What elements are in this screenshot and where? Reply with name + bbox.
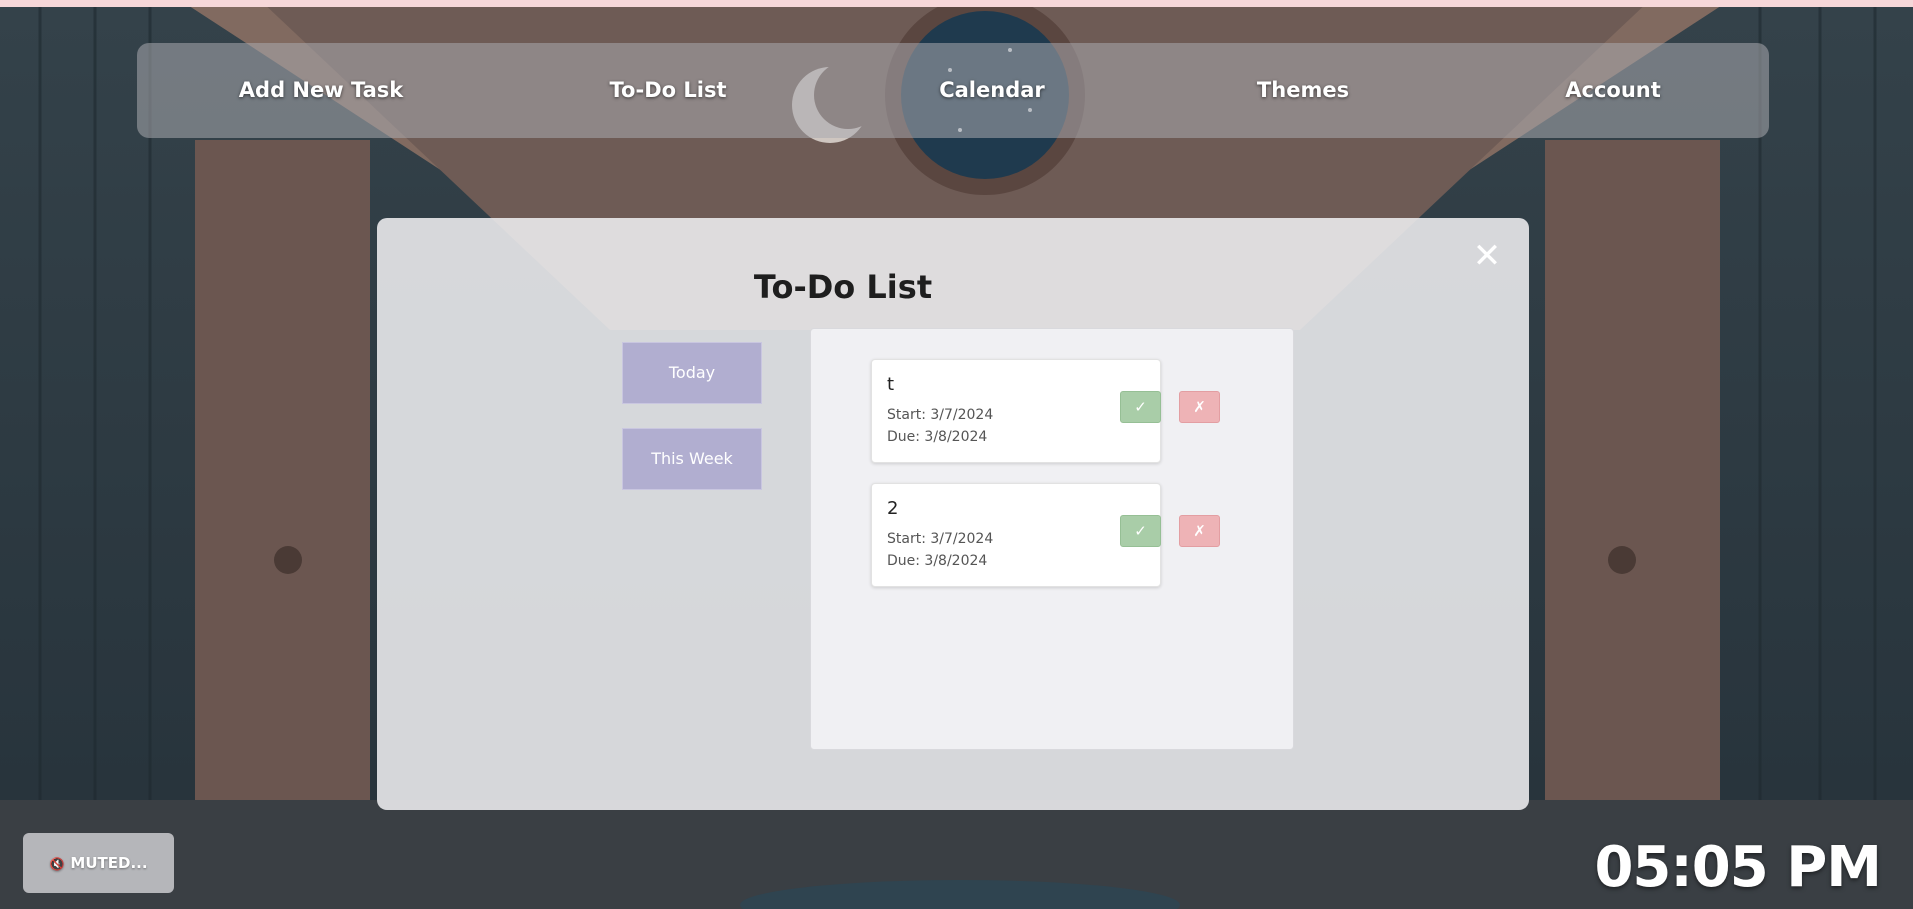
task-due-date: Due: 3/8/2024 xyxy=(887,553,988,569)
task-title: 2 xyxy=(887,498,899,519)
task-card: t Start: 3/7/2024 Due: 3/8/2024 ✓ ✗ xyxy=(871,359,1220,463)
delete-task-button[interactable]: ✗ xyxy=(1179,515,1220,547)
top-accent-strip xyxy=(0,0,1913,7)
task-due-date: Due: 3/8/2024 xyxy=(887,429,988,445)
nav-account[interactable]: Account xyxy=(1565,43,1661,138)
filter-this-week-button[interactable]: This Week xyxy=(622,428,762,490)
clock-display: 05:05 PM xyxy=(1594,835,1882,900)
filter-today-button[interactable]: Today xyxy=(622,342,762,404)
nav-calendar[interactable]: Calendar xyxy=(939,43,1045,138)
mute-toggle-button[interactable]: 🔇 MUTED... xyxy=(23,833,174,893)
nav-to-do-list[interactable]: To-Do List xyxy=(610,43,727,138)
speaker-muted-icon: 🔇 xyxy=(49,857,65,871)
task-list-panel: t Start: 3/7/2024 Due: 3/8/2024 ✓ ✗ 2 St… xyxy=(810,328,1294,750)
todo-list-modal: ✕ To-Do List Today This Week t Start: 3/… xyxy=(377,218,1529,810)
complete-task-button[interactable]: ✓ xyxy=(1120,515,1161,547)
close-icon[interactable]: ✕ xyxy=(1471,239,1503,273)
nav-add-new-task[interactable]: Add New Task xyxy=(239,43,403,138)
nav-themes[interactable]: Themes xyxy=(1257,43,1349,138)
complete-task-button[interactable]: ✓ xyxy=(1120,391,1161,423)
task-title: t xyxy=(887,374,895,395)
task-card: 2 Start: 3/7/2024 Due: 3/8/2024 ✓ ✗ xyxy=(871,483,1220,587)
delete-task-button[interactable]: ✗ xyxy=(1179,391,1220,423)
task-start-date: Start: 3/7/2024 xyxy=(887,407,994,423)
main-nav: Add New Task To-Do List Calendar Themes … xyxy=(137,43,1769,138)
mute-label: MUTED... xyxy=(70,854,148,872)
modal-title: To-Do List xyxy=(753,268,933,306)
task-start-date: Start: 3/7/2024 xyxy=(887,531,994,547)
